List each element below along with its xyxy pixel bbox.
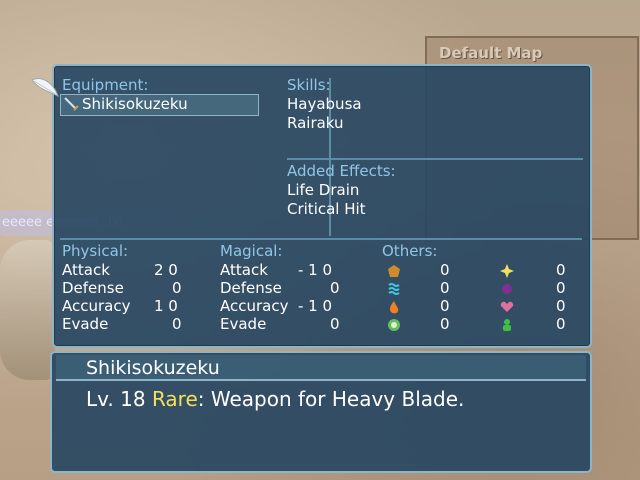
light-resist-value: 0 [556, 261, 566, 279]
light-element-icon [500, 264, 514, 278]
description-title: Shikisokuzeku [86, 357, 220, 379]
item-rarity: Rare [151, 387, 198, 411]
item-type-text: : Weapon for Heavy Blade. [197, 387, 465, 411]
fire-element-icon [390, 301, 399, 314]
physical-accuracy-label: Accuracy [62, 297, 131, 315]
physical-accuracy-value: 1 0 [154, 297, 178, 315]
player-character [0, 240, 55, 380]
skills-divider [287, 158, 583, 160]
default-map-label: Default Map [439, 44, 543, 62]
description-title-bar: Shikisokuzeku [56, 355, 586, 381]
others-label: Others: [382, 242, 438, 260]
magical-defense-label: Defense [220, 279, 282, 297]
heart-resist-value: 0 [556, 297, 566, 315]
physical-evade-label: Evade [62, 315, 109, 333]
water-resist-value: 0 [440, 279, 450, 297]
magical-accuracy-label: Accuracy [220, 297, 289, 315]
wind-resist-value: 0 [440, 315, 450, 333]
dark-element-icon [502, 284, 512, 294]
magical-defense-value: 0 [330, 279, 340, 297]
poison-status-icon [503, 319, 511, 331]
feather-cursor-icon [31, 78, 59, 98]
physical-attack-label: Attack [62, 261, 110, 279]
physical-label: Physical: [62, 242, 129, 260]
water-element-icon [388, 283, 400, 295]
sword-icon [64, 97, 79, 111]
stats-divider [60, 238, 582, 240]
added-effect-item: Critical Hit [287, 200, 366, 218]
description-text: Lv. 18 Rare: Weapon for Heavy Blade. [86, 387, 464, 411]
magical-accuracy-value: - 1 0 [298, 297, 333, 315]
skill-item: Hayabusa [287, 95, 362, 113]
dark-resist-value: 0 [556, 279, 566, 297]
skills-label: Skills: [287, 76, 331, 94]
fire-resist-value: 0 [440, 297, 450, 315]
earth-element-icon [388, 265, 400, 277]
earth-resist-value: 0 [440, 261, 450, 279]
magical-attack-value: - 1 0 [298, 261, 333, 279]
physical-defense-label: Defense [62, 279, 124, 297]
magical-evade-label: Evade [220, 315, 267, 333]
equipment-status-panel: Equipment: Shikisokuzeku Skills: Hayabus… [52, 64, 592, 348]
added-effect-item: Life Drain [287, 181, 360, 199]
equipment-item-name[interactable]: Shikisokuzeku [82, 95, 188, 113]
wind-element-icon [388, 319, 400, 331]
heart-status-icon [500, 301, 514, 312]
magical-label: Magical: [220, 242, 283, 260]
equipment-label: Equipment: [62, 76, 149, 94]
magical-evade-value: 0 [330, 315, 340, 333]
skill-item: Rairaku [287, 114, 344, 132]
item-description-panel: Shikisokuzeku Lv. 18 Rare: Weapon for He… [50, 351, 592, 473]
physical-attack-value: 2 0 [154, 261, 178, 279]
added-effects-label: Added Effects: [287, 162, 396, 180]
physical-evade-value: 0 [172, 315, 182, 333]
magical-attack-label: Attack [220, 261, 268, 279]
item-level: Lv. 18 [86, 387, 146, 411]
poison-resist-value: 0 [556, 315, 566, 333]
physical-defense-value: 0 [172, 279, 182, 297]
